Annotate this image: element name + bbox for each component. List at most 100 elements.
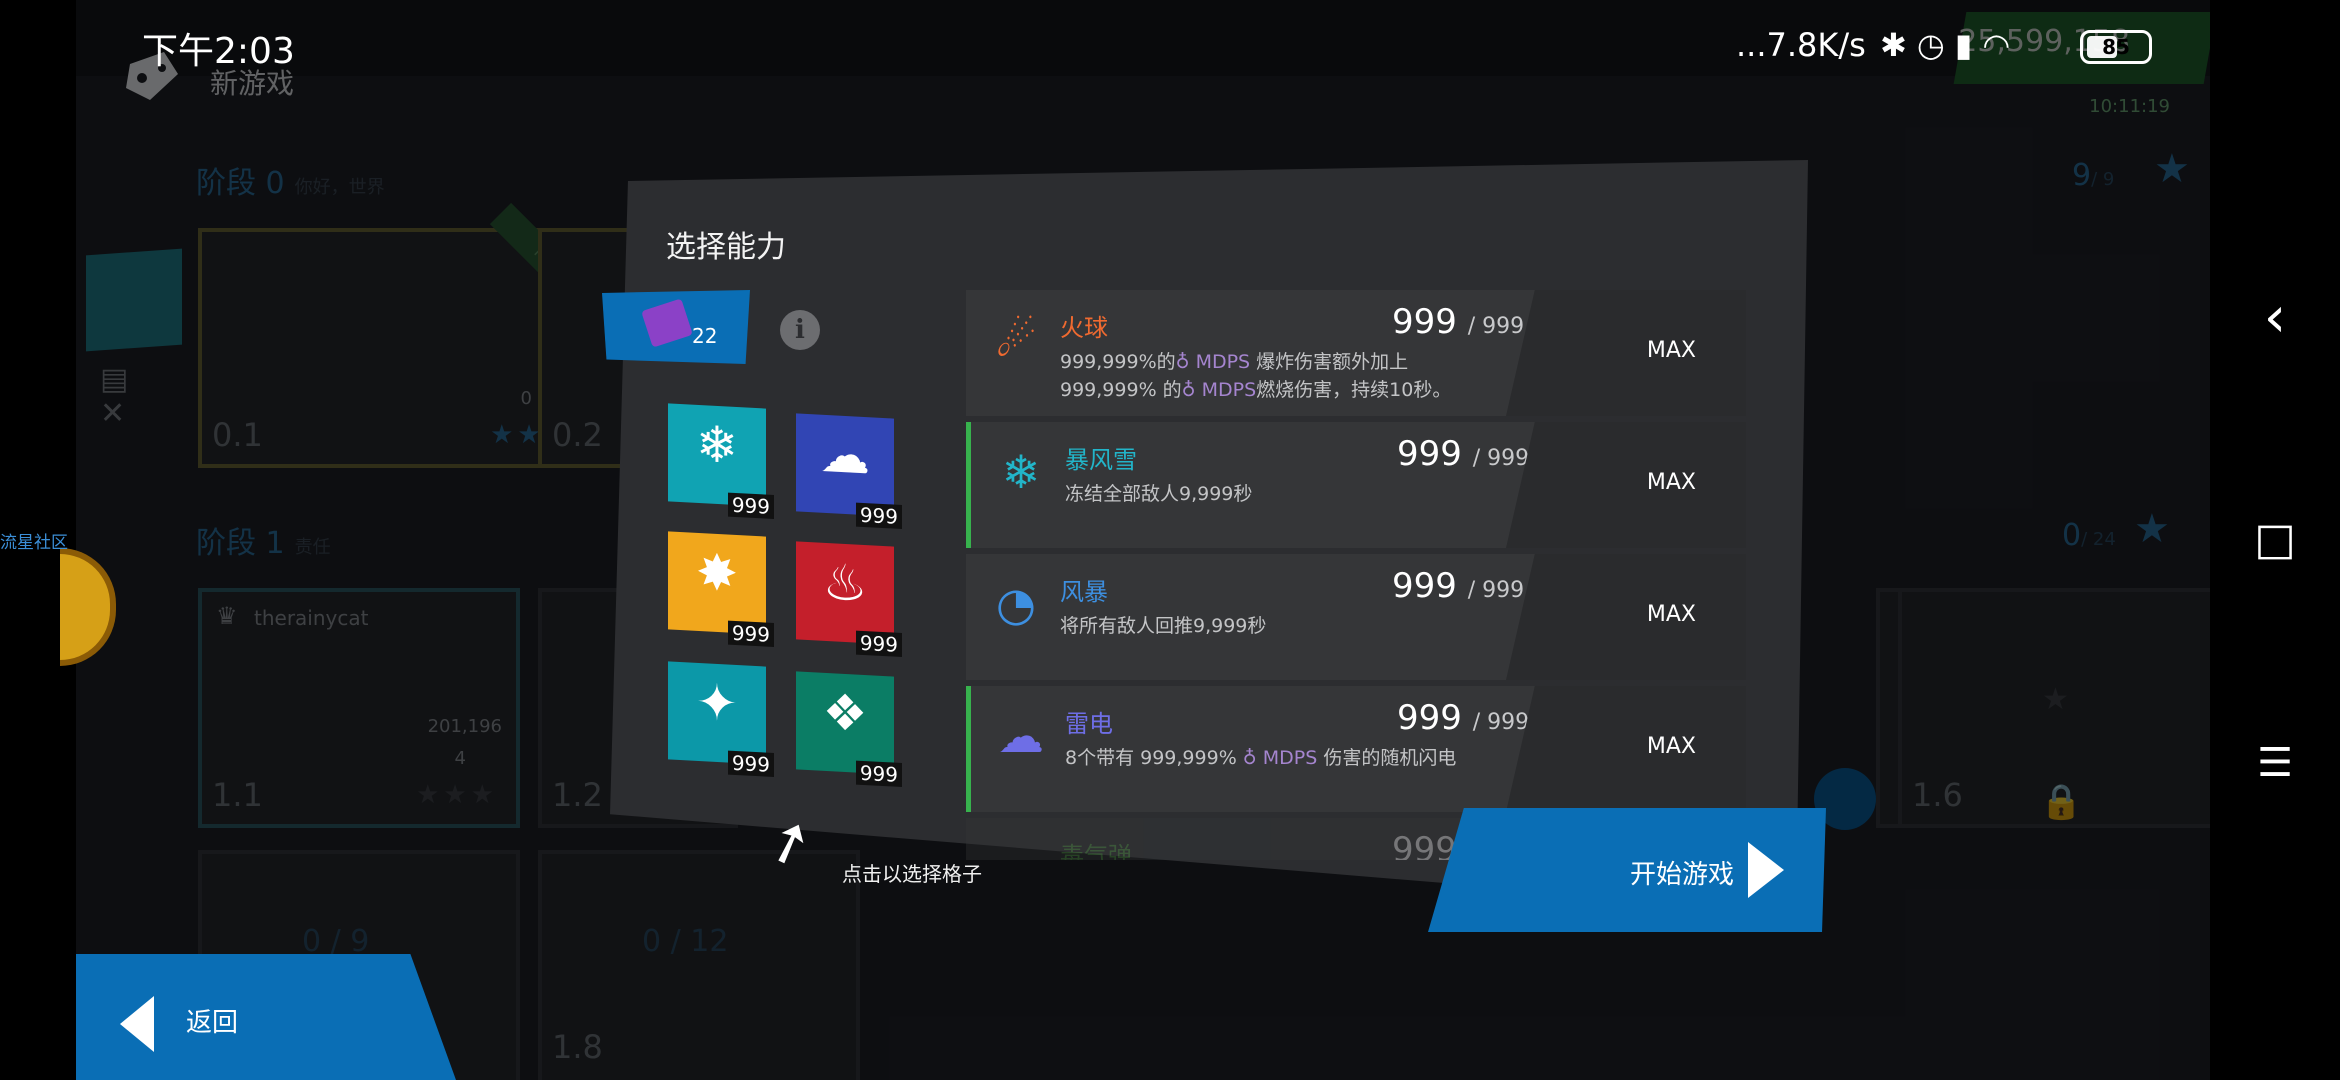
level-star-count: 0 / 12 <box>642 924 728 959</box>
back-arrow-icon <box>120 996 154 1052</box>
status-time: 下午2:03 <box>142 31 295 72</box>
slot-bullets[interactable]: ❖ 999 <box>796 671 902 787</box>
ability-row-fireball[interactable]: ☄ 火球 999 / 999 999,999%的♁ MDPS 爆炸伤害额外加上 … <box>966 290 1746 416</box>
stage-1-star-count: 0/ 24 <box>2062 518 2116 553</box>
max-button[interactable]: MAX <box>1506 422 1746 548</box>
fireball-icon: ☄ <box>995 313 1037 367</box>
slot-spike-burst[interactable]: ✦ 999 <box>668 661 774 777</box>
ability-level-max: / 999 <box>1472 446 1530 471</box>
desc-text: 8个带有 999,999% <box>1065 747 1243 769</box>
level-number: 1.8 <box>552 1028 603 1066</box>
level-score-2: 0 <box>520 388 532 409</box>
slot-count: 999 <box>727 750 774 777</box>
start-game-label: 开始游戏 <box>1630 860 1735 890</box>
level-card-1-6[interactable]: 1.6 ★ 🔒 <box>1898 588 2210 828</box>
max-button[interactable]: MAX <box>1506 686 1746 812</box>
level-stars: 0 <box>302 924 322 959</box>
timer-label: 10:11:19 <box>2089 96 2170 117</box>
ability-list[interactable]: ☄ 火球 999 / 999 999,999%的♁ MDPS 爆炸伤害额外加上 … <box>966 290 1746 860</box>
slot-fire-wave[interactable]: ♨ 999 <box>796 541 902 657</box>
max-label: MAX <box>1646 338 1696 363</box>
slot-blizzard[interactable]: ❄ 999 <box>668 403 774 519</box>
ability-name: 风暴 <box>1060 578 1108 606</box>
level-card-2-2[interactable]: 0 / 12 1.8 <box>538 850 860 1080</box>
back-label: 返回 <box>186 1008 239 1038</box>
ability-description: 8个带有 999,999% ♁ MDPS 伤害的随机闪电 <box>1065 744 1505 772</box>
level-number: 1.2 <box>552 776 603 814</box>
play-arrow-icon <box>1748 842 1784 898</box>
slot-storm-cloud[interactable]: ☁ 999 <box>796 413 902 529</box>
ability-row-thunder[interactable]: ☁ 雷电 999 / 999 8个带有 999,999% ♁ MDPS 伤害的随… <box>966 686 1746 812</box>
nav-back-icon[interactable]: ‹ <box>2210 262 2340 372</box>
level-stars-icon: ★★★ <box>416 780 498 810</box>
max-label: MAX <box>1646 734 1696 759</box>
fire-wave-icon: ♨ <box>822 552 868 614</box>
info-button[interactable]: i <box>780 310 820 350</box>
lock-icon: 🔒 <box>2040 782 2083 822</box>
coins-value: 25,599,158 <box>1958 24 2130 59</box>
level-owner: therainycat <box>254 606 369 630</box>
side-menu-button[interactable] <box>86 248 182 352</box>
ability-level-value: 999 <box>1397 698 1462 738</box>
ability-level-max: / 999 <box>1472 710 1530 735</box>
ability-level-max: / 999 <box>1467 578 1525 603</box>
blizzard-icon: ❄ <box>1001 445 1041 499</box>
stage-0-header: 阶段 0 你好，世界 <box>196 158 385 202</box>
stage-0-star-icon: ★ <box>2154 146 2190 192</box>
slot-count: 999 <box>855 630 902 657</box>
max-button[interactable]: MAX <box>1506 554 1746 680</box>
level-card-0-1[interactable]: NEW 0 0 0.1 ★★★ <box>198 202 611 468</box>
ability-level-max: / 999 <box>1467 314 1525 339</box>
stage-0-stars-total: / 9 <box>2091 169 2115 190</box>
ability-name: 火球 <box>1060 314 1108 342</box>
desc-text: 爆炸伤害额外加上 <box>1250 351 1409 373</box>
mdps-tag: ♁ MDPS <box>1242 747 1318 769</box>
max-label: MAX <box>1646 602 1696 627</box>
ability-level: 999 / 999 <box>1392 302 1524 342</box>
level-star-count: 0 / 9 <box>302 924 369 959</box>
top-strip <box>76 0 2210 76</box>
poison-gas-icon: ☁ <box>986 838 1046 860</box>
desc-text: 燃烧伤害，持续10秒。 <box>1256 379 1452 401</box>
desc-text: 伤害的随机闪电 <box>1317 747 1457 769</box>
slot-lightning-burst[interactable]: ✸ 999 <box>668 531 774 647</box>
ability-row-whirlwind[interactable]: ◔ 风暴 999 / 999 将所有敌人回推9,999秒 MAX <box>966 554 1746 680</box>
level-number: 1.1 <box>212 776 263 814</box>
ticket-count: 22 <box>692 324 718 348</box>
level-star-icon: ★ <box>2042 682 2069 717</box>
stage-1-stars: 0 <box>2062 518 2082 553</box>
level-number: 0.2 <box>552 416 603 454</box>
ability-row-blizzard[interactable]: ❄ 暴风雪 999 / 999 冻结全部敌人9,999秒 MAX <box>966 422 1746 548</box>
max-button[interactable]: MAX <box>1506 290 1746 416</box>
level-stars-total: / 12 <box>670 924 729 959</box>
stage-0-label: 阶段 0 <box>196 166 285 201</box>
ability-level-value: 999 <box>1392 566 1457 606</box>
chest-icon[interactable]: ▤ <box>100 362 128 397</box>
stage-1-stars-total: / 24 <box>2081 529 2116 550</box>
ability-level: 999 / 999 <box>1397 434 1529 474</box>
start-game-button[interactable]: 开始游戏 <box>1428 808 1826 932</box>
ability-description: 999,999%的♁ MDPS 爆炸伤害额外加上 999,999% 的♁ MDP… <box>1060 348 1500 404</box>
blizzard-icon: ❄ <box>696 414 738 476</box>
stage-0-star-count: 9/ 9 <box>2072 158 2114 193</box>
stage-0-stars: 9 <box>2072 158 2092 193</box>
desc-text: 999,999% 的 <box>1060 379 1182 401</box>
stage-0-subtitle: 你好，世界 <box>294 177 385 198</box>
bullets-icon: ❖ <box>822 682 868 744</box>
slot-count: 999 <box>727 620 774 647</box>
tools-icon[interactable]: ✕ <box>100 396 125 431</box>
nav-menu-icon[interactable]: ☰ <box>2210 708 2340 818</box>
ticket-badge: 22 <box>602 290 750 364</box>
edge-community-label[interactable]: 流星社区 <box>0 528 68 553</box>
system-nav-bar: ‹ □ ☰ <box>2210 0 2340 1080</box>
level-card-1-1[interactable]: ♛ therainycat 201,196 4 1.1 ★★★ <box>198 588 520 828</box>
ability-level: 999 / 999 <box>1397 698 1529 738</box>
slot-count: 999 <box>855 502 902 529</box>
ability-level-value: 999 <box>1392 830 1457 860</box>
back-button[interactable]: 返回 <box>76 954 456 1080</box>
storm-cloud-icon: ☁ <box>820 424 870 486</box>
level-score-2: 4 <box>454 748 466 769</box>
spike-burst-icon: ✦ <box>696 672 738 734</box>
ability-level: 999 / 999 <box>1392 566 1524 606</box>
nav-home-icon[interactable]: □ <box>2210 484 2340 594</box>
